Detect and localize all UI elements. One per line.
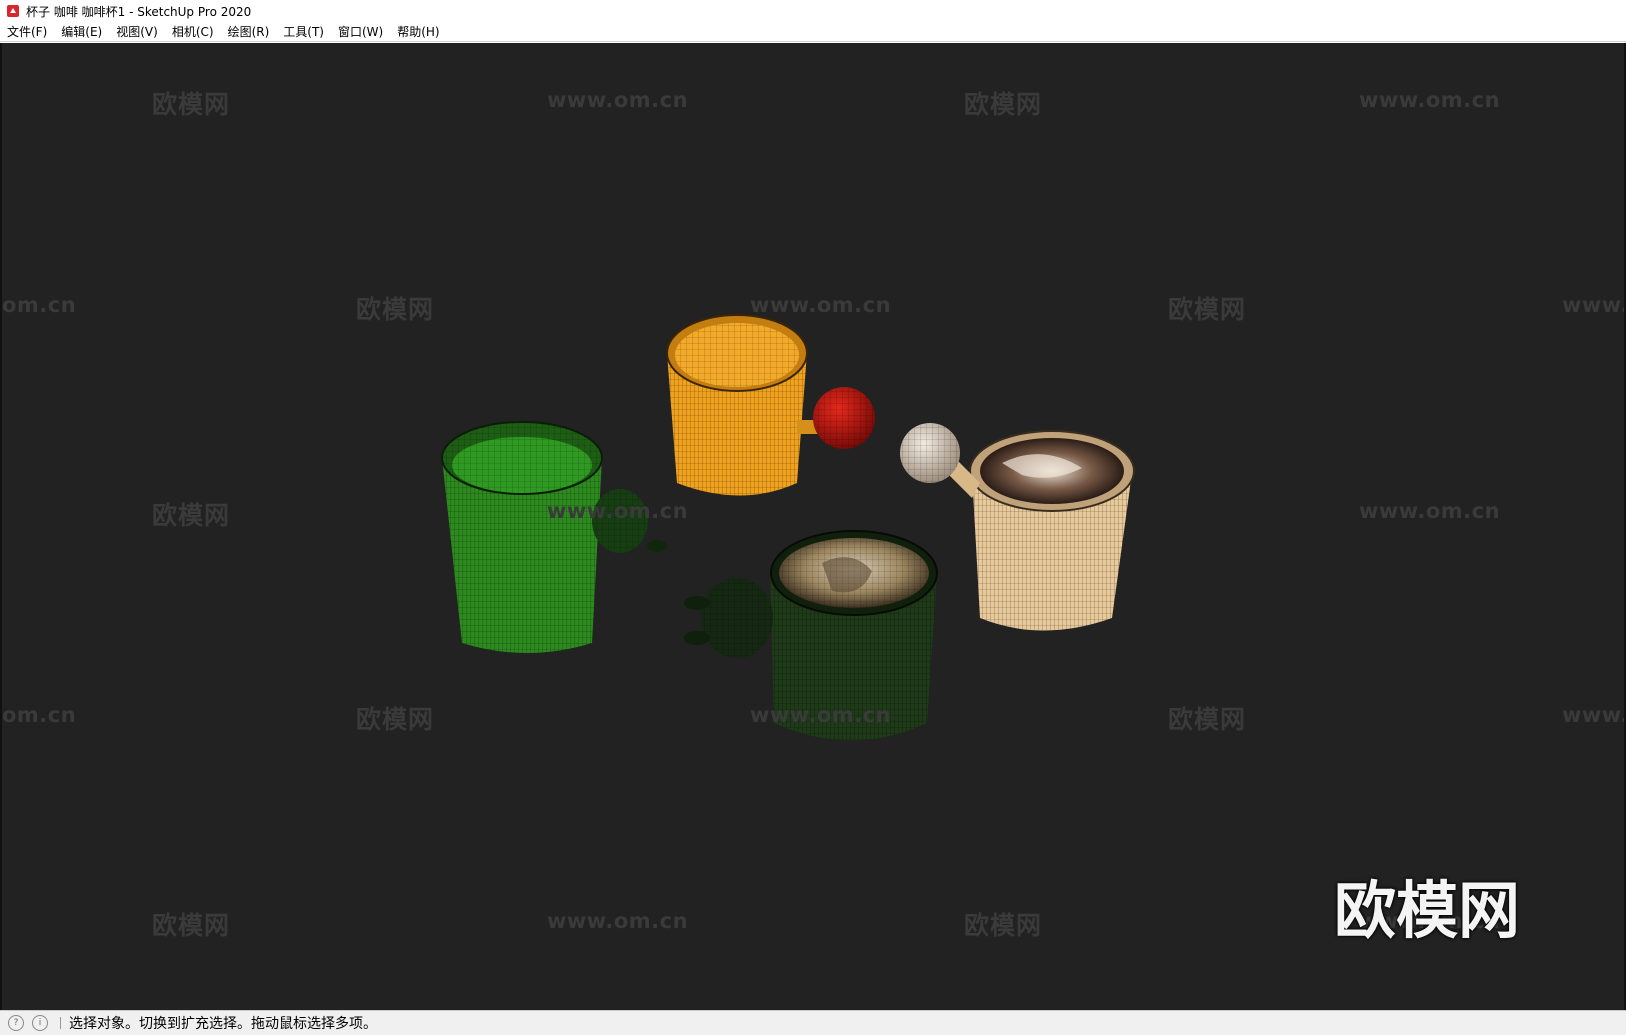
menu-edit[interactable]: 编辑(E) (54, 23, 109, 40)
menu-file[interactable]: 文件(F) (0, 23, 54, 40)
menu-bar: 文件(F) 编辑(E) 视图(V) 相机(C) 绘图(R) 工具(T) 窗口(W… (0, 22, 1626, 42)
info-icon[interactable]: i (32, 1015, 48, 1031)
orange-cup[interactable] (666, 314, 875, 496)
watermark-url-partial: www. (1562, 293, 1626, 317)
watermark-url-partial: www. (1562, 703, 1626, 727)
watermark-brand: 欧模网 (1168, 295, 1247, 324)
watermark-logo-large: 欧模网 (1334, 874, 1521, 947)
window-title: 杯子 咖啡 咖啡杯1 - SketchUp Pro 2020 (26, 4, 252, 19)
menu-tools[interactable]: 工具(T) (276, 23, 331, 40)
geo-location-icon[interactable]: ? (8, 1015, 24, 1031)
status-bar: ? i 选择对象。切换到扩充选择。拖动鼠标选择多项。 (0, 1010, 1626, 1035)
watermark-brand: 欧模网 (356, 705, 435, 734)
watermark-url: www.om.cn (547, 909, 689, 933)
watermark-url: www.om.cn (547, 499, 689, 523)
model-viewport[interactable]: 欧模网 www.om.cn 欧模网 www.om.cn om.cn 欧模网 ww… (0, 43, 1626, 1010)
watermark-url: www.om.cn (1359, 88, 1501, 112)
watermark-brand: 欧模网 (152, 501, 231, 530)
menu-help[interactable]: 帮助(H) (390, 23, 446, 40)
watermark-url: www.om.cn (750, 293, 892, 317)
status-divider (60, 1017, 61, 1029)
watermark-url: www.om.cn (750, 703, 892, 727)
watermark-brand: 欧模网 (964, 90, 1043, 119)
status-message: 选择对象。切换到扩充选择。拖动鼠标选择多项。 (69, 1016, 377, 1032)
menu-draw[interactable]: 绘图(R) (221, 23, 277, 40)
watermark-brand: 欧模网 (356, 295, 435, 324)
sketchup-app-icon (7, 5, 19, 17)
green-cup[interactable] (441, 421, 667, 653)
menu-view[interactable]: 视图(V) (109, 23, 165, 40)
watermark-brand: 欧模网 (152, 911, 231, 940)
watermark-url: www.om.cn (1359, 499, 1501, 523)
watermark-url: www.om.cn (547, 88, 689, 112)
menu-camera[interactable]: 相机(C) (165, 23, 221, 40)
watermark-url-partial: om.cn (2, 293, 77, 317)
watermark-brand: 欧模网 (1168, 705, 1247, 734)
title-bar: 杯子 咖啡 咖啡杯1 - SketchUp Pro 2020 (0, 0, 1626, 22)
menu-window[interactable]: 窗口(W) (331, 23, 390, 40)
watermark-url-partial: om.cn (2, 703, 77, 727)
watermark-brand: 欧模网 (964, 911, 1043, 940)
watermark-brand: 欧模网 (152, 90, 231, 119)
